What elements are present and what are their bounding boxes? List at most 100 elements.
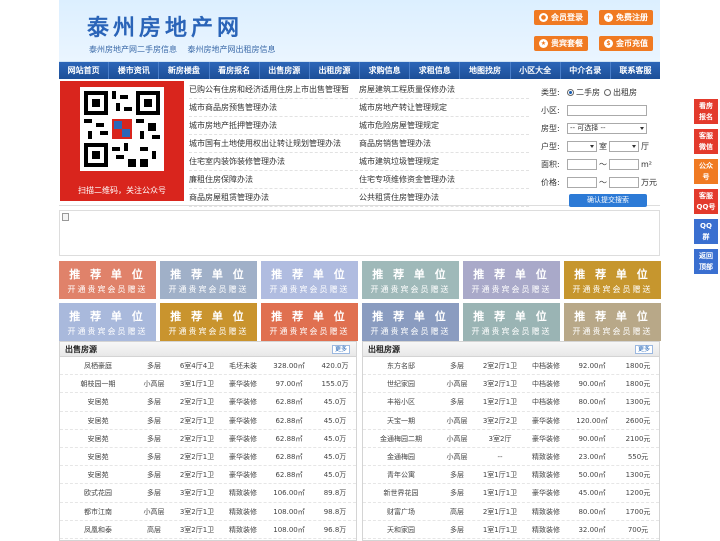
radio-secondhand[interactable] bbox=[567, 88, 574, 96]
register-button[interactable]: + 免费注册 bbox=[599, 10, 653, 25]
area-min-input[interactable] bbox=[567, 158, 597, 170]
listing-row[interactable]: 世纪家园 小高层 3室2厅1卫 中档装修 90.00㎡ 1800元 bbox=[363, 375, 659, 394]
recommend-tile[interactable]: 推 荐 单 位开通贵宾会员赠送 bbox=[261, 303, 358, 341]
halls-select[interactable] bbox=[609, 140, 639, 152]
listing-row[interactable]: 安居苑 多层 2室2厅1卫 豪华装修 62.88㎡ 45.0万 bbox=[60, 393, 356, 412]
rent-more-button[interactable]: 更多 bbox=[634, 345, 653, 354]
news-link[interactable]: 城市商品房预售管理办法 bbox=[189, 99, 359, 116]
listing-estate[interactable]: 凤栖豪庭 bbox=[60, 357, 136, 374]
qq-service-float[interactable]: 客服 QQ号 bbox=[694, 189, 718, 214]
news-link[interactable]: 城市危险房屋管理规定 bbox=[359, 117, 529, 134]
recommend-tile[interactable]: 推 荐 单 位开通贵宾会员赠送 bbox=[362, 303, 459, 341]
listing-estate[interactable]: 青年公寓 bbox=[363, 466, 439, 483]
search-submit-button[interactable]: 确认提交搜索 bbox=[569, 194, 647, 207]
qq-group-float[interactable]: QQ 群 bbox=[694, 219, 718, 244]
official-account-float[interactable]: 公众号 bbox=[694, 159, 718, 184]
listing-row[interactable]: 安居苑 多层 2室2厅1卫 豪华装修 62.88㎡ 45.0万 bbox=[60, 412, 356, 430]
listing-estate[interactable]: 都市江南 bbox=[60, 503, 136, 520]
fangxing-select[interactable]: -- 可选择 -- bbox=[567, 122, 647, 134]
news-link[interactable]: 住宅室内装饰装修管理办法 bbox=[189, 153, 359, 170]
news-link[interactable]: 商品房销售管理办法 bbox=[359, 135, 529, 152]
listing-estate[interactable]: 丰裕小区 bbox=[363, 393, 439, 410]
news-link[interactable]: 公共租赁住房管理办法 bbox=[359, 189, 529, 206]
nav-item[interactable]: 联系客服 bbox=[611, 62, 660, 79]
news-link[interactable]: 廉租住房保障办法 bbox=[189, 171, 359, 188]
recommend-tile[interactable]: 推 荐 单 位开通贵宾会员赠送 bbox=[160, 303, 257, 341]
listing-estate[interactable]: 安居苑 bbox=[60, 430, 136, 447]
listing-row[interactable]: 凤凰和泰 高层 3室2厅1卫 精致装修 108.00㎡ 96.8万 bbox=[60, 521, 356, 539]
nav-item[interactable]: 楼市资讯 bbox=[109, 62, 160, 79]
listing-estate[interactable]: 财富广场 bbox=[363, 503, 439, 520]
news-link[interactable]: 已购公有住房和经济适用住房上市出售管理暂 bbox=[189, 81, 359, 98]
back-to-top-float[interactable]: 返回 顶部 bbox=[694, 249, 718, 274]
rooms-select[interactable] bbox=[567, 140, 597, 152]
listing-estate[interactable]: 安居苑 bbox=[60, 448, 136, 465]
recommend-tile[interactable]: 推 荐 单 位开通贵宾会员赠送 bbox=[564, 261, 661, 299]
nav-item[interactable]: 网站首页 bbox=[59, 62, 110, 79]
listing-row[interactable]: 朝枝园一期 小高层 3室1厅1卫 豪华装修 97.00㎡ 155.0万 bbox=[60, 375, 356, 394]
news-link[interactable]: 城市房地产转让管理规定 bbox=[359, 99, 529, 116]
listing-row[interactable]: 金通梅园二期 小高层 3室2厅 豪华装修 90.00㎡ 2100元 bbox=[363, 430, 659, 448]
vip-package-button[interactable]: ★ 贵宾套餐 bbox=[534, 36, 588, 51]
listing-estate[interactable]: 金通梅园 bbox=[363, 448, 439, 465]
xiaoqu-input[interactable] bbox=[567, 104, 647, 116]
nav-item[interactable]: 地图找房 bbox=[460, 62, 511, 79]
listing-row[interactable]: 安居苑 多层 2室2厅1卫 豪华装修 62.88㎡ 45.0万 bbox=[60, 466, 356, 485]
listing-estate[interactable]: 凤凰和泰 bbox=[60, 521, 136, 538]
member-login-button[interactable]: ● 会员登录 bbox=[534, 10, 588, 25]
listing-estate[interactable]: 安居苑 bbox=[60, 412, 136, 429]
recommend-tile[interactable]: 推 荐 单 位开通贵宾会员赠送 bbox=[463, 303, 560, 341]
news-link[interactable]: 城市国有土地使用权出让转让规划管理办法 bbox=[189, 135, 359, 152]
nav-item[interactable]: 求租信息 bbox=[410, 62, 461, 79]
nav-item[interactable]: 新房楼盘 bbox=[159, 62, 210, 79]
listing-row[interactable]: 凤栖豪庭 多层 6室4厅4卫 毛坯未装 328.00㎡ 420.0万 bbox=[60, 357, 356, 376]
nav-item[interactable]: 求购信息 bbox=[360, 62, 411, 79]
listing-row[interactable]: 安居苑 多层 2室2厅1卫 豪华装修 62.88㎡ 45.0万 bbox=[60, 430, 356, 448]
listing-estate[interactable]: 朝枝园一期 bbox=[60, 375, 136, 392]
listing-row[interactable]: 财富广场 高层 2室1厅1卫 精致装修 80.00㎡ 1700元 bbox=[363, 503, 659, 521]
news-link[interactable]: 房屋建筑工程质量保修办法 bbox=[359, 81, 529, 98]
nav-item[interactable]: 中介名录 bbox=[561, 62, 611, 79]
listing-estate[interactable]: 安居苑 bbox=[60, 393, 136, 410]
recommend-tile[interactable]: 推 荐 单 位开通贵宾会员赠送 bbox=[261, 261, 358, 299]
banner-image[interactable] bbox=[59, 210, 660, 256]
sublink-rental[interactable]: 泰州房地产网出租房信息 bbox=[188, 45, 276, 54]
listing-row[interactable]: 欧式花园 多层 3室2厅1卫 精致装修 106.00㎡ 89.8万 bbox=[60, 484, 356, 503]
listing-estate[interactable]: 欧式花园 bbox=[60, 484, 136, 501]
view-signup-float[interactable]: 看房 报名 bbox=[694, 99, 718, 124]
recommend-tile[interactable]: 推 荐 单 位开通贵宾会员赠送 bbox=[362, 261, 459, 299]
listing-estate[interactable]: 金通梅园二期 bbox=[363, 430, 439, 447]
listing-estate[interactable]: 东方名邸 bbox=[363, 357, 439, 374]
listing-estate[interactable]: 安居苑 bbox=[60, 466, 136, 483]
listing-row[interactable]: 丰裕小区 多层 1室2厅1卫 中档装修 80.00㎡ 1300元 bbox=[363, 393, 659, 412]
price-max-input[interactable] bbox=[609, 176, 639, 188]
recommend-tile[interactable]: 推 荐 单 位开通贵宾会员赠送 bbox=[160, 261, 257, 299]
listing-row[interactable]: 天和家园 多层 1室1厅1卫 精致装修 32.00㎡ 700元 bbox=[363, 521, 659, 539]
sublink-secondhand[interactable]: 泰州房地产网二手房信息 bbox=[89, 45, 177, 54]
listing-estate[interactable]: 世纪家园 bbox=[363, 375, 439, 392]
news-link[interactable]: 住宅专项维修资金管理办法 bbox=[359, 171, 529, 188]
listing-row[interactable]: 青年公寓 多层 1室1厅1卫 精致装修 50.00㎡ 1300元 bbox=[363, 466, 659, 485]
sale-more-button[interactable]: 更多 bbox=[331, 345, 350, 354]
wechat-service-float[interactable]: 客服 微信 bbox=[694, 129, 718, 154]
news-link[interactable]: 城市建筑垃圾管理规定 bbox=[359, 153, 529, 170]
recommend-tile[interactable]: 推 荐 单 位开通贵宾会员赠送 bbox=[59, 303, 156, 341]
nav-item[interactable]: 看房报名 bbox=[210, 62, 260, 79]
listing-row[interactable]: 金通梅园 小高层 -- 精致装修 23.00㎡ 550元 bbox=[363, 448, 659, 467]
coin-recharge-button[interactable]: $ 金币充值 bbox=[599, 36, 653, 51]
listing-row[interactable]: 新世界花园 多层 1室1厅1卫 豪华装修 45.00㎡ 1200元 bbox=[363, 484, 659, 503]
area-max-input[interactable] bbox=[609, 158, 639, 170]
nav-item[interactable]: 出租房源 bbox=[310, 62, 361, 79]
news-link[interactable]: 城市房地产抵押管理办法 bbox=[189, 117, 359, 134]
recommend-tile[interactable]: 推 荐 单 位开通贵宾会员赠送 bbox=[59, 261, 156, 299]
listing-row[interactable]: 安居苑 多层 2室2厅1卫 豪华装修 62.88㎡ 45.0万 bbox=[60, 448, 356, 467]
recommend-tile[interactable]: 推 荐 单 位开通贵宾会员赠送 bbox=[463, 261, 560, 299]
site-logo[interactable]: 泰州房地产网 bbox=[87, 10, 243, 42]
recommend-tile[interactable]: 推 荐 单 位开通贵宾会员赠送 bbox=[564, 303, 661, 341]
nav-item[interactable]: 小区大全 bbox=[511, 62, 561, 79]
listing-estate[interactable]: 新世界花园 bbox=[363, 484, 439, 501]
listing-row[interactable]: 都市江南 小高层 3室2厅1卫 精致装修 108.00㎡ 98.8万 bbox=[60, 503, 356, 521]
radio-rental[interactable] bbox=[604, 88, 611, 96]
listing-estate[interactable]: 天宝一期 bbox=[363, 412, 439, 429]
listing-row[interactable]: 天宝一期 小高层 3室2厅2卫 豪华装修 120.00㎡ 2600元 bbox=[363, 412, 659, 430]
